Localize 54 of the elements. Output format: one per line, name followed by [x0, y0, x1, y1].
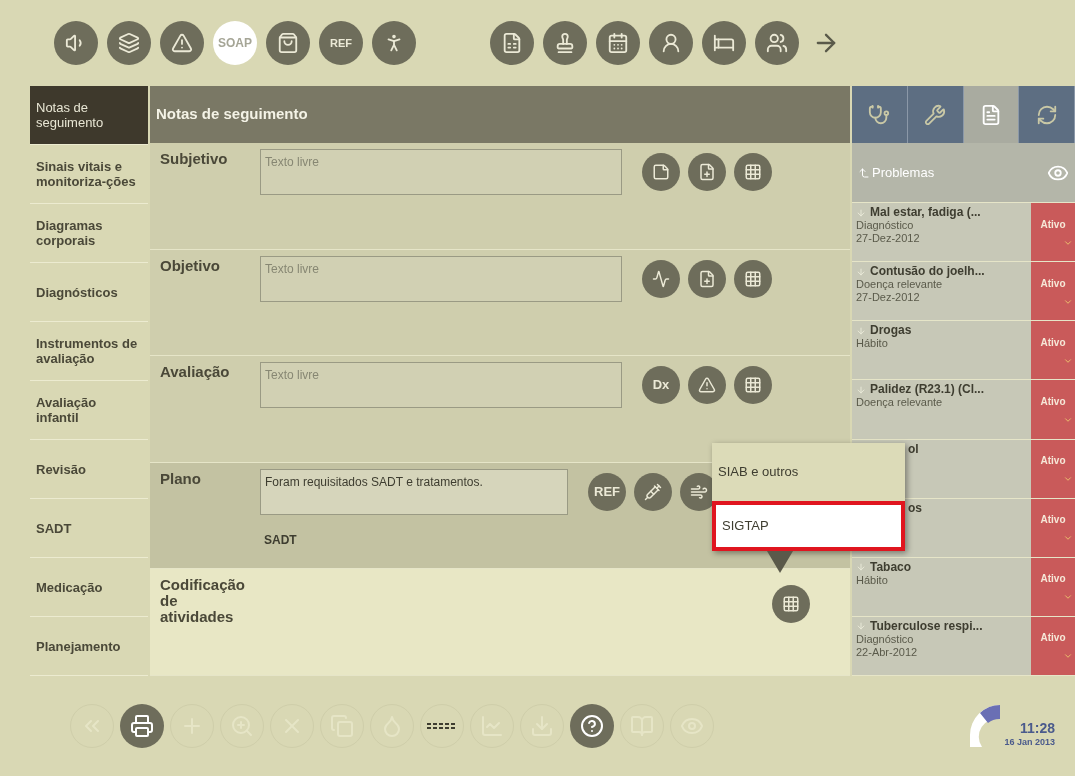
- action-button[interactable]: REF: [588, 472, 626, 511]
- text-area[interactable]: Foram requisitados SADT e tratamentos.: [260, 468, 568, 515]
- section-label: Objetivo: [159, 255, 221, 276]
- section-label: Codificação de atividades: [159, 575, 247, 628]
- status-label: Ativo: [1040, 572, 1066, 587]
- problem-type: Diagnóstico: [856, 219, 914, 232]
- sidebar-item[interactable]: Notas de seguimento: [30, 86, 148, 145]
- problem-type: Doença relevante: [856, 278, 943, 292]
- sidebar-item[interactable]: SADT: [30, 499, 148, 558]
- problem-title[interactable]: ol: [908, 442, 919, 456]
- status-label: Ativo: [1040, 276, 1066, 291]
- sidebar-item[interactable]: Avaliação infantil: [30, 381, 148, 440]
- section-label: Subjetivo: [159, 149, 229, 169]
- sidebar-item[interactable]: Instrumentos de avaliação: [30, 322, 148, 381]
- menu-item[interactable]: SIGTAP: [712, 501, 905, 551]
- text-area[interactable]: Texto livre: [260, 255, 622, 302]
- sidebar-item[interactable]: Planejamento: [30, 617, 148, 676]
- toolbar-button[interactable]: REF: [319, 21, 363, 65]
- problem-type: Hábito: [856, 573, 888, 587]
- section-label: Avaliação: [159, 362, 231, 383]
- problem-title[interactable]: Tuberculose respi...: [870, 619, 983, 633]
- panel-title: Problemas: [872, 163, 935, 182]
- sidebar-item[interactable]: Diagnósticos: [30, 263, 148, 322]
- status-label: Ativo: [1040, 513, 1066, 528]
- text-area[interactable]: Texto livre: [260, 362, 622, 409]
- action-button[interactable]: Dx: [642, 366, 680, 405]
- panel-header: Notas de seguimento: [150, 86, 850, 143]
- sidebar-item[interactable]: Revisão: [30, 440, 148, 499]
- problem-title[interactable]: Palidez (R23.1) (Cl...: [870, 383, 985, 397]
- problem-title[interactable]: Mal estar, fadiga (...: [870, 206, 981, 219]
- status-label: Ativo: [1040, 217, 1066, 232]
- status-label: Ativo: [1040, 335, 1066, 350]
- problem-title[interactable]: os: [908, 501, 922, 515]
- problem-date: 22-Abr-2012: [856, 645, 918, 659]
- status-label: Ativo: [1040, 394, 1066, 409]
- problem-type: Doença relevante: [856, 396, 943, 410]
- clock-date: 16 Jan 2013: [1004, 735, 1055, 749]
- problem-type: Diagnóstico: [856, 632, 914, 646]
- problem-date: 27-Dez-2012: [856, 291, 920, 305]
- problem-title[interactable]: Drogas: [870, 324, 912, 338]
- problem-type: Hábito: [856, 337, 888, 351]
- problem-date: 27-Dez-2012: [856, 232, 920, 245]
- section-label: Plano: [159, 468, 202, 489]
- text-area[interactable]: Texto livre: [260, 149, 622, 195]
- sidebar-item[interactable]: Diagramas corporais: [30, 204, 148, 263]
- clock-time: 11:28: [1019, 720, 1055, 736]
- status-label: Ativo: [1040, 631, 1066, 646]
- section-note: SADT: [263, 531, 298, 549]
- problem-title[interactable]: Contusão do joelh...: [870, 265, 985, 279]
- sidebar-item[interactable]: Medicação: [30, 558, 148, 617]
- status-label: Ativo: [1040, 454, 1066, 469]
- sidebar-item[interactable]: Sinais vitais e monitoriza-ções: [30, 145, 148, 204]
- menu-item[interactable]: SIAB e outros: [712, 443, 905, 501]
- problem-title[interactable]: Tabaco: [870, 560, 912, 574]
